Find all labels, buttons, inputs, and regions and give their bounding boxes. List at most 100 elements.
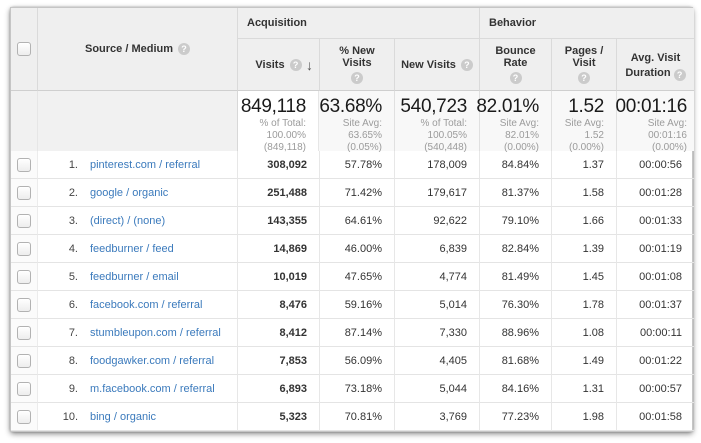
bounce-rate-value: 76.30% [479,291,551,319]
avg-visit-duration-label: Avg. Visit Duration [625,52,680,79]
summary-bounce-rate-value: 82.01% [476,96,539,118]
row-checkbox[interactable] [17,354,31,368]
source-medium-cell: 2. google / organic [37,179,237,207]
bounce-rate-value: 81.37% [479,179,551,207]
pages-per-visit-value: 1.49 [551,347,616,375]
source-medium-table: Source / Medium ? Acquisition Behavior V… [10,7,693,432]
row-checkbox[interactable] [17,298,31,312]
help-icon[interactable]: ? [510,72,522,84]
source-medium-link[interactable]: facebook.com / referral [90,299,203,311]
source-medium-link[interactable]: bing / organic [90,411,156,423]
row-select-cell [11,319,37,347]
help-icon[interactable]: ? [578,72,590,84]
source-medium-link[interactable]: pinterest.com / referral [90,159,200,171]
visits-label: Visits [255,59,284,71]
pages-per-visit-label: Pages / Visit [556,45,612,69]
bounce-rate-value: 84.84% [479,151,551,179]
row-number: 2. [56,187,78,199]
source-medium-cell: 10. bing / organic [37,403,237,431]
pages-per-visit-value: 1.58 [551,179,616,207]
visits-value: 251,488 [237,179,319,207]
avg-visit-duration-value: 00:01:58 [616,403,694,431]
data-table-grid: Source / Medium ? Acquisition Behavior V… [10,7,693,432]
visits-value: 14,869 [237,235,319,263]
new-visits-value: 4,774 [394,263,479,291]
row-checkbox[interactable] [17,158,31,172]
bounce-rate-value: 77.23% [479,403,551,431]
help-icon[interactable]: ? [674,69,686,81]
row-checkbox[interactable] [17,382,31,396]
column-header-pct-new-visits[interactable]: % New Visits ? [319,38,394,91]
row-checkbox[interactable] [17,242,31,256]
help-icon[interactable]: ? [290,59,302,71]
column-header-source-medium[interactable]: Source / Medium ? [37,8,237,91]
pages-per-visit-value: 1.37 [551,151,616,179]
summary-avg-visit-duration-subtext: Site Avg: 00:01:16 (0.00%) [648,118,687,154]
help-icon[interactable]: ? [461,59,473,71]
pct-new-visits-value: 87.14% [319,319,394,347]
source-medium-link[interactable]: (direct) / (none) [90,215,165,227]
summary-avg-visit-duration-value: 00:01:16 [615,96,687,118]
pct-new-visits-value: 59.16% [319,291,394,319]
bounce-rate-value: 81.49% [479,263,551,291]
visits-value: 7,853 [237,347,319,375]
pages-per-visit-value: 1.78 [551,291,616,319]
group-header-acquisition: Acquisition [237,8,479,38]
avg-visit-duration-value: 00:01:33 [616,207,694,235]
row-number: 8. [56,355,78,367]
summary-pct-new-visits: 63.68% Site Avg: 63.65% (0.05%) [319,91,394,151]
bounce-rate-value: 84.16% [479,375,551,403]
avg-visit-duration-value: 00:00:57 [616,375,694,403]
source-medium-link[interactable]: m.facebook.com / referral [90,383,215,395]
visits-value: 308,092 [237,151,319,179]
row-checkbox[interactable] [17,326,31,340]
help-icon[interactable]: ? [178,43,190,55]
new-visits-value: 92,622 [394,207,479,235]
row-number: 6. [56,299,78,311]
row-number: 5. [56,271,78,283]
row-checkbox[interactable] [17,270,31,284]
source-medium-link[interactable]: feedburner / feed [90,243,174,255]
summary-pages-per-visit-subtext: Site Avg: 1.52 (0.00%) [554,118,604,154]
row-number: 3. [56,215,78,227]
new-visits-value: 3,769 [394,403,479,431]
pct-new-visits-value: 71.42% [319,179,394,207]
avg-visit-duration-value: 00:00:56 [616,151,694,179]
summary-new-visits: 540,723 % of Total: 100.05% (540,448) [394,91,479,151]
row-select-cell [11,235,37,263]
avg-visit-duration-value: 00:01:19 [616,235,694,263]
source-medium-cell: 8. foodgawker.com / referral [37,347,237,375]
summary-pct-new-visits-value: 63.68% [319,96,382,118]
source-medium-link[interactable]: feedburner / email [90,271,179,283]
row-checkbox[interactable] [17,410,31,424]
source-medium-cell: 4. feedburner / feed [37,235,237,263]
row-select-cell [11,375,37,403]
pages-per-visit-value: 1.31 [551,375,616,403]
summary-visits-value: 849,118 [241,96,306,118]
source-medium-link[interactable]: google / organic [90,187,168,199]
sort-descending-icon[interactable]: ↓ [306,57,313,73]
column-header-pages-per-visit[interactable]: Pages / Visit ? [551,38,616,91]
pct-new-visits-value: 57.78% [319,151,394,179]
new-visits-value: 4,405 [394,347,479,375]
select-all-cell [11,8,37,91]
column-header-bounce-rate[interactable]: Bounce Rate ? [479,38,551,91]
pct-new-visits-value: 73.18% [319,375,394,403]
help-icon[interactable]: ? [351,72,363,84]
analytics-report: Source / Medium ? Acquisition Behavior V… [0,0,701,443]
visits-value: 8,476 [237,291,319,319]
row-number: 10. [56,411,78,423]
avg-visit-duration-value: 00:01:28 [616,179,694,207]
column-header-avg-visit-duration[interactable]: Avg. Visit Duration ? [616,38,694,91]
row-number: 1. [56,159,78,171]
row-checkbox[interactable] [17,214,31,228]
source-medium-cell: 5. feedburner / email [37,263,237,291]
row-select-cell [11,179,37,207]
source-medium-link[interactable]: stumbleupon.com / referral [90,327,221,339]
source-medium-cell: 3. (direct) / (none) [37,207,237,235]
column-header-new-visits[interactable]: New Visits ? [394,38,479,91]
row-checkbox[interactable] [17,186,31,200]
source-medium-link[interactable]: foodgawker.com / referral [90,355,214,367]
select-all-checkbox[interactable] [17,42,31,56]
column-header-visits[interactable]: Visits ? ↓ [237,38,319,91]
